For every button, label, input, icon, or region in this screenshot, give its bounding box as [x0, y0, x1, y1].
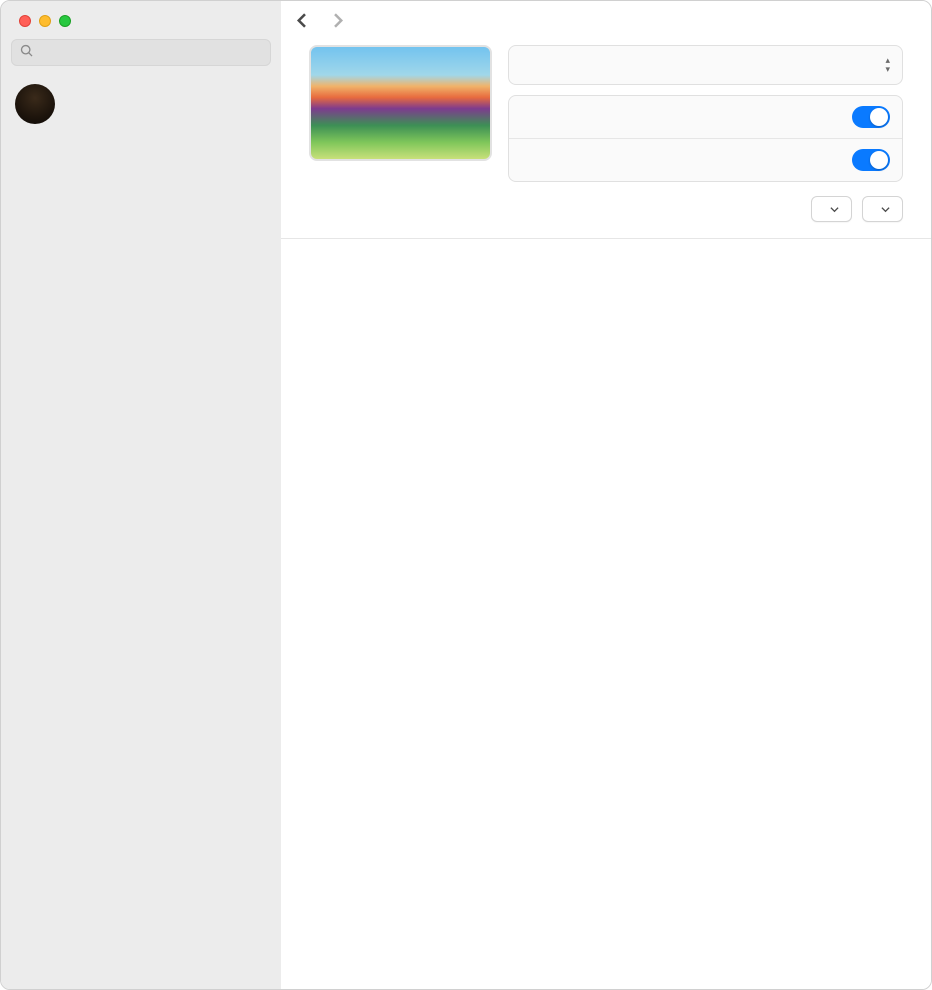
chevron-updown-icon: ▴▾: [885, 56, 890, 74]
forward-button[interactable]: [330, 13, 345, 31]
back-button[interactable]: [295, 13, 310, 31]
all-spaces-toggle[interactable]: [852, 149, 890, 171]
nav-arrows: [295, 13, 345, 31]
window-controls: [11, 1, 271, 39]
screensaver-toggle[interactable]: [852, 106, 890, 128]
add-folder-button[interactable]: [862, 196, 903, 222]
account-row[interactable]: [11, 78, 271, 138]
appearance-select[interactable]: ▴▾: [881, 56, 890, 74]
close-window-button[interactable]: [19, 15, 31, 27]
search-icon: [20, 44, 39, 61]
toolbar: [281, 1, 931, 39]
zoom-window-button[interactable]: [59, 15, 71, 27]
add-photo-button[interactable]: [811, 196, 852, 222]
chevron-down-icon: [830, 201, 839, 217]
sidebar: [1, 1, 281, 989]
chevron-down-icon: [881, 201, 890, 217]
search-input[interactable]: [39, 45, 262, 60]
minimize-window-button[interactable]: [39, 15, 51, 27]
avatar: [15, 84, 55, 124]
wallpaper-name-row[interactable]: ▴▾: [509, 46, 902, 84]
wallpaper-preview: [309, 45, 492, 161]
search-field[interactable]: [11, 39, 271, 66]
